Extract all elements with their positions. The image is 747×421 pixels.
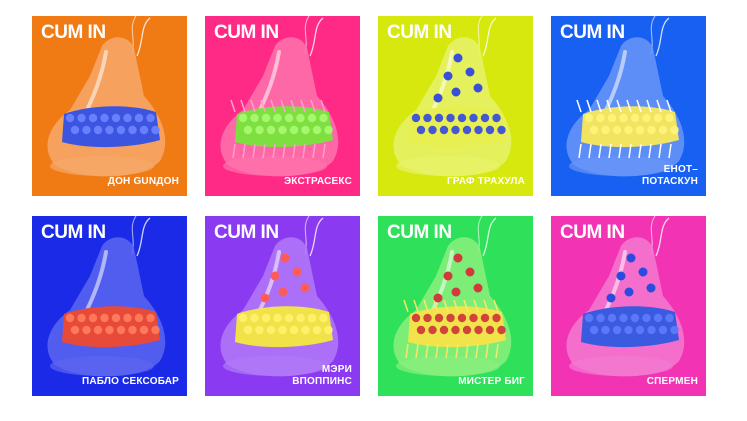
product-name: СПЕРМЕН	[646, 376, 698, 387]
product-grid: CUM IN ДОН GUNДОН CUM IN ЭКСТРАСЕКС CUM IN ГР…	[32, 16, 706, 396]
product-name: ПАБЛО СЕКСОБАР	[81, 376, 179, 387]
brand-logo: CUM IN	[214, 22, 279, 43]
product-illustration	[566, 216, 685, 377]
brand-logo: CUM IN	[387, 22, 452, 43]
product-card[interactable]: CUM IN ДОН GUNДОН	[32, 16, 187, 196]
product-card[interactable]: CUM IN ГРАФ ТРАХУЛА	[378, 16, 533, 196]
product-card[interactable]: CUM IN МИСТЕР БИГ	[378, 216, 533, 396]
product-name: МИСТЕР БИГ	[458, 376, 525, 387]
brand-logo: CUM IN	[560, 22, 625, 43]
product-name: ДОН GUNДОН	[107, 176, 179, 187]
product-name: МЭРИ ВПОППИНС	[292, 364, 352, 387]
brand-logo: CUM IN	[560, 222, 625, 243]
product-name: ГРАФ ТРАХУЛА	[446, 176, 525, 187]
brand-logo: CUM IN	[41, 22, 106, 43]
brand-logo: CUM IN	[387, 222, 452, 243]
product-card[interactable]: CUM IN МЭРИ ВПОППИНС	[205, 216, 360, 396]
brand-logo: CUM IN	[41, 222, 106, 243]
product-card[interactable]: CUM IN ЕНОТ– ПОТАСКУН	[551, 16, 706, 196]
product-illustration	[393, 216, 512, 377]
product-illustration	[47, 16, 166, 177]
product-illustration	[220, 16, 339, 177]
product-illustration	[393, 16, 512, 177]
product-card[interactable]: CUM IN СПЕРМЕН	[551, 216, 706, 396]
product-card[interactable]: CUM IN ЭКСТРАСЕКС	[205, 16, 360, 196]
product-name: ЭКСТРАСЕКС	[283, 176, 352, 187]
product-card[interactable]: CUM IN ПАБЛО СЕКСОБАР	[32, 216, 187, 396]
brand-logo: CUM IN	[214, 222, 279, 243]
product-illustration	[47, 216, 166, 377]
product-name: ЕНОТ– ПОТАСКУН	[641, 164, 698, 187]
